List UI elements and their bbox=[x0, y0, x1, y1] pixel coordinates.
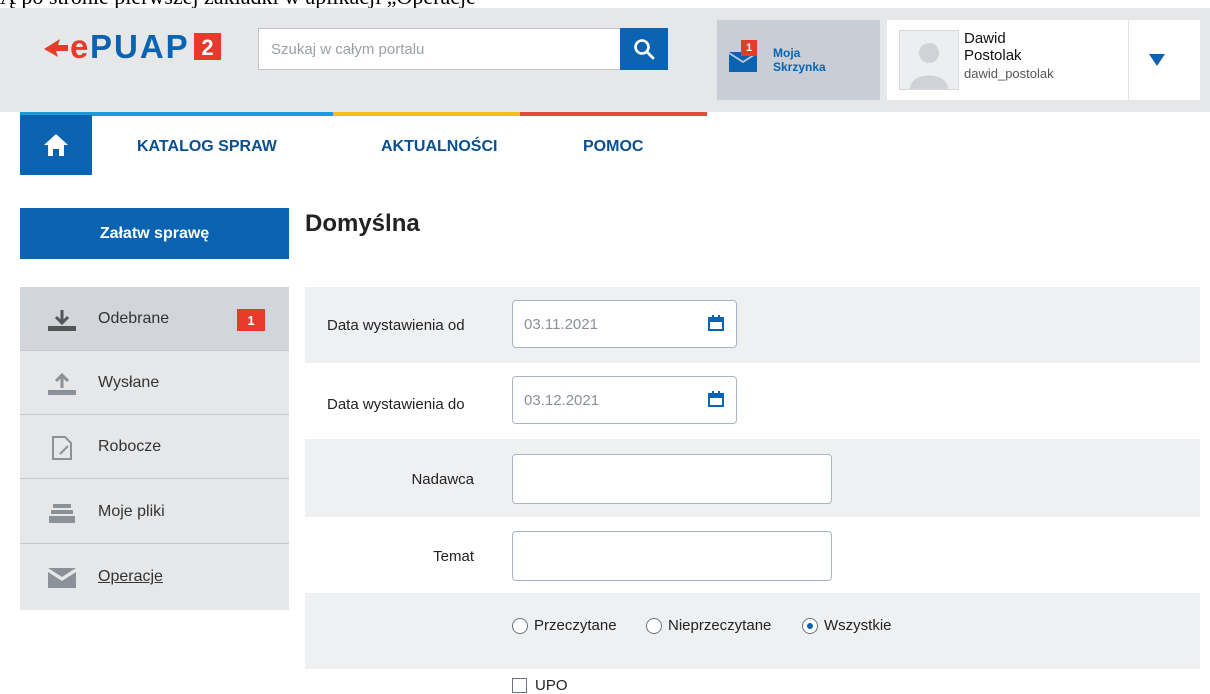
filter-row-read-status: Przeczytane Nieprzeczytane Wszystkie bbox=[305, 593, 1200, 669]
zalatw-sprawe-button[interactable]: Załatw sprawę bbox=[20, 208, 289, 259]
sidebar-item-moje-pliki[interactable]: Moje pliki bbox=[20, 480, 289, 544]
sidebar-item-wyslane[interactable]: Wysłane bbox=[20, 351, 289, 415]
search-button[interactable] bbox=[620, 28, 668, 70]
date-from-label: Data wystawienia od bbox=[327, 317, 465, 334]
sidebar-item-label: Odebrane bbox=[98, 310, 170, 327]
radio-label: Wszystkie bbox=[824, 617, 892, 634]
files-icon bbox=[47, 500, 77, 526]
nav-pomoc[interactable]: POMOC bbox=[583, 138, 643, 156]
filter-row-subject: Temat bbox=[305, 517, 1200, 593]
divider bbox=[1128, 20, 1129, 100]
date-from-field[interactable]: 03.11.2021 bbox=[512, 300, 737, 348]
sidebar-item-label: Moje pliki bbox=[98, 503, 165, 520]
checkbox-box bbox=[512, 678, 527, 693]
calendar-icon[interactable] bbox=[708, 315, 724, 331]
upo-label: UPO bbox=[535, 677, 568, 694]
date-to-label: Data wystawienia do bbox=[327, 396, 465, 413]
search-bar bbox=[258, 28, 668, 70]
radio-przeczytane[interactable]: Przeczytane bbox=[512, 617, 617, 634]
filter-row-sender: Nadawca bbox=[305, 439, 1200, 517]
sender-label: Nadawca bbox=[411, 471, 474, 488]
user-placeholder-icon bbox=[910, 43, 948, 89]
radio-nieprzeczytane[interactable]: Nieprzeczytane bbox=[646, 617, 771, 634]
filter-row-date-from: Data wystawienia od 03.11.2021 bbox=[305, 287, 1200, 363]
filter-row-date-to: Data wystawienia do 03.12.2021 bbox=[305, 363, 1200, 439]
subject-input[interactable] bbox=[512, 531, 832, 581]
partial-document-text: Ą po stronie pierwszej zakładki w aplika… bbox=[0, 0, 1210, 8]
download-icon bbox=[47, 307, 77, 333]
stripe-yellow bbox=[333, 112, 520, 116]
draft-icon bbox=[47, 435, 77, 461]
inbox-label: Moja Skrzynka bbox=[773, 46, 826, 74]
radio-circle bbox=[646, 617, 662, 634]
epuap-logo[interactable]: e PUAP 2 bbox=[42, 27, 242, 67]
nav-katalog-spraw[interactable]: KATALOG SPRAW bbox=[137, 138, 277, 156]
sidebar-item-label: Operacje bbox=[98, 568, 163, 585]
odebrane-count-badge: 1 bbox=[237, 309, 265, 331]
sidebar-item-robocze[interactable]: Robocze bbox=[20, 415, 289, 479]
radio-circle-checked bbox=[802, 617, 818, 634]
subject-label: Temat bbox=[433, 548, 474, 565]
sender-input[interactable] bbox=[512, 454, 832, 504]
inbox-count-badge: 1 bbox=[741, 40, 757, 56]
upload-icon bbox=[47, 371, 77, 397]
user-name: Dawid Postolak bbox=[964, 30, 1022, 64]
user-panel: Dawid Postolak dawid_postolak bbox=[887, 20, 1200, 100]
radio-label: Przeczytane bbox=[534, 617, 617, 634]
date-from-value: 03.11.2021 bbox=[524, 316, 598, 333]
mailbox-icon: 1 bbox=[727, 40, 761, 74]
avatar[interactable] bbox=[899, 30, 959, 90]
home-button[interactable] bbox=[20, 115, 92, 175]
date-to-field[interactable]: 03.12.2021 bbox=[512, 376, 737, 424]
search-input[interactable] bbox=[258, 28, 620, 70]
svg-text:e: e bbox=[70, 28, 89, 65]
search-icon bbox=[634, 39, 655, 60]
svg-text:2: 2 bbox=[201, 35, 213, 60]
upo-checkbox[interactable]: UPO bbox=[512, 677, 568, 694]
svg-text:PUAP: PUAP bbox=[90, 28, 190, 65]
sidebar-item-odebrane[interactable]: Odebrane 1 bbox=[20, 287, 289, 351]
user-login: dawid_postolak bbox=[964, 66, 1054, 81]
envelope-icon bbox=[47, 565, 77, 591]
stripe-red bbox=[520, 112, 707, 116]
radio-circle bbox=[512, 617, 528, 634]
radio-wszystkie[interactable]: Wszystkie bbox=[802, 617, 892, 634]
date-to-value: 03.12.2021 bbox=[524, 392, 600, 409]
sidebar-item-label: Robocze bbox=[98, 438, 162, 455]
triangle-down-icon bbox=[1149, 54, 1165, 66]
page-title: Domyślna bbox=[305, 210, 420, 237]
home-icon bbox=[44, 134, 68, 156]
calendar-icon[interactable] bbox=[708, 391, 724, 407]
my-inbox-button[interactable]: 1 Moja Skrzynka bbox=[717, 20, 880, 100]
radio-label: Nieprzeczytane bbox=[668, 617, 772, 634]
sidebar: Odebrane 1 Wysłane Robocze Moje pliki Op… bbox=[20, 287, 289, 610]
logo-graphic: e PUAP 2 bbox=[44, 28, 221, 65]
sidebar-item-operacje[interactable]: Operacje bbox=[20, 545, 289, 609]
nav-aktualnosci[interactable]: AKTUALNOŚCI bbox=[381, 138, 497, 156]
sidebar-item-label: Wysłane bbox=[98, 374, 160, 391]
user-menu-toggle[interactable] bbox=[1145, 50, 1169, 70]
header: e PUAP 2 1 Moja Skrzynka bbox=[0, 8, 1210, 112]
